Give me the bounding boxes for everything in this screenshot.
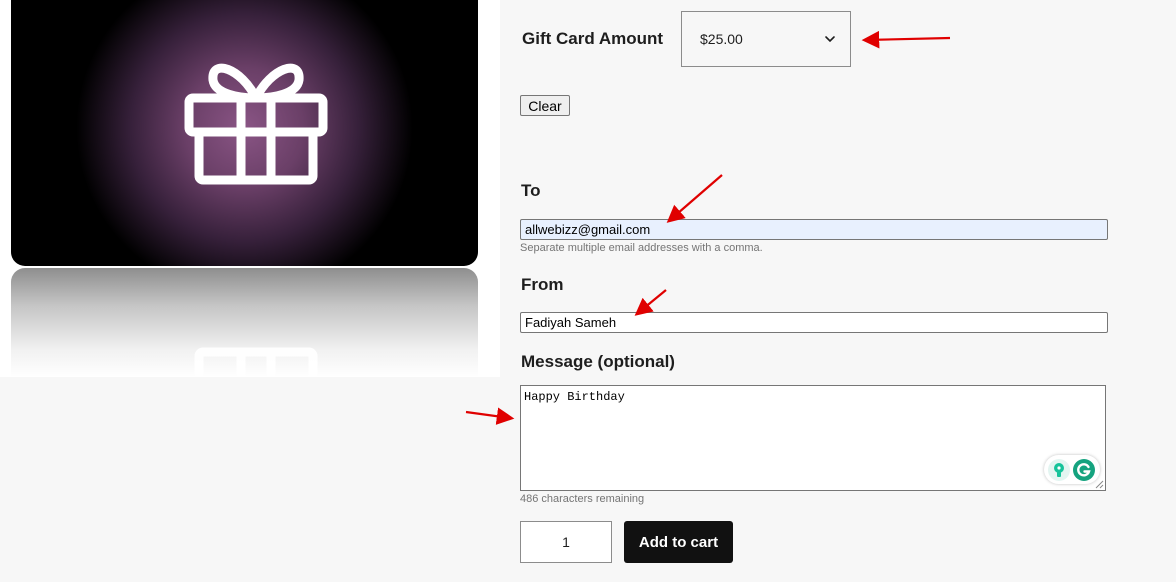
- to-hint: Separate multiple email addresses with a…: [520, 242, 763, 254]
- amount-selected-value: $25.00: [700, 31, 743, 47]
- annotation-arrow-from: [634, 289, 667, 316]
- message-text: Happy Birthday: [524, 390, 625, 404]
- lightbulb-icon[interactable]: [1047, 458, 1071, 482]
- amount-select[interactable]: $25.00: [681, 11, 851, 67]
- add-to-cart-button[interactable]: Add to cart: [624, 521, 733, 563]
- gift-card-reflection: [11, 268, 478, 377]
- grammarly-icon[interactable]: [1072, 458, 1096, 482]
- to-email-input[interactable]: allwebizz@gmail.com: [520, 219, 1108, 240]
- clear-button[interactable]: Clear: [520, 95, 570, 116]
- quantity-input[interactable]: 1: [520, 521, 612, 563]
- gift-icon: [184, 63, 328, 185]
- annotation-arrow-to: [666, 174, 723, 223]
- chevron-down-icon: [825, 36, 835, 43]
- from-label: From: [521, 275, 564, 294]
- from-name-input[interactable]: Fadiyah Sameh: [520, 312, 1108, 333]
- grammarly-widget[interactable]: [1044, 455, 1100, 484]
- annotation-arrow-amount: [861, 30, 951, 49]
- to-label: To: [521, 181, 541, 200]
- amount-label: Gift Card Amount: [522, 29, 664, 48]
- message-textarea[interactable]: Happy Birthday: [520, 385, 1106, 491]
- resize-handle-icon[interactable]: [1095, 480, 1104, 489]
- characters-remaining: 486 characters remaining: [520, 493, 645, 505]
- gift-card-image: [11, 0, 478, 266]
- gift-reflection-icon: [194, 347, 318, 377]
- message-label: Message (optional): [521, 352, 675, 371]
- annotation-arrow-message: [465, 407, 515, 425]
